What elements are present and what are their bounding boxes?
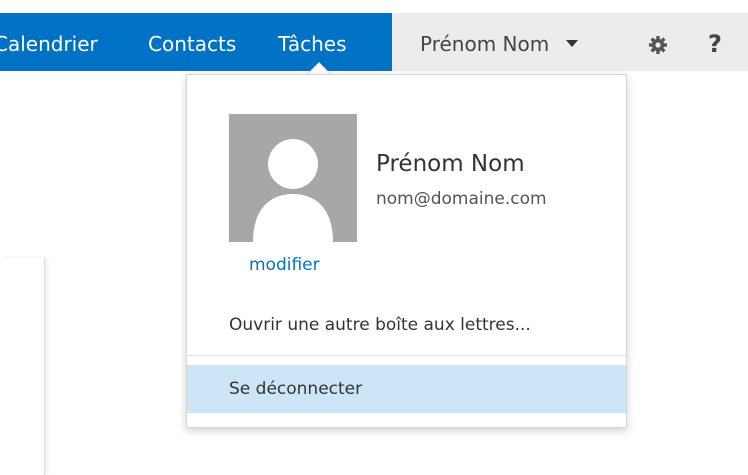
open-other-mailbox-link[interactable]: Ouvrir une autre boîte aux lettres...	[229, 315, 531, 335]
nav-calendar[interactable]: Calendrier	[0, 13, 98, 71]
person-icon	[253, 139, 333, 242]
user-menu-button[interactable]: Prénom Nom	[420, 13, 578, 71]
nav-contacts[interactable]: Contacts	[148, 13, 236, 71]
gear-icon[interactable]	[648, 35, 668, 55]
modify-photo-link[interactable]: modifier	[249, 255, 320, 275]
menu-divider	[187, 355, 626, 356]
dropdown-pointer	[308, 63, 330, 74]
user-display-name: Prénom Nom	[376, 151, 525, 177]
user-menu-label: Prénom Nom	[420, 32, 550, 56]
sign-out-label: Se déconnecter	[229, 379, 363, 399]
page: Calendrier Contacts Tâches Prénom Nom ?	[0, 0, 748, 475]
chevron-down-icon	[565, 40, 578, 47]
background-panel	[0, 258, 45, 475]
avatar[interactable]	[229, 114, 357, 242]
user-dropdown-menu: modifier Prénom Nom nom@domaine.com Ouvr…	[186, 74, 627, 428]
help-button[interactable]: ?	[708, 13, 722, 71]
sign-out-item[interactable]: Se déconnecter	[187, 365, 626, 413]
user-email: nom@domaine.com	[376, 189, 547, 209]
